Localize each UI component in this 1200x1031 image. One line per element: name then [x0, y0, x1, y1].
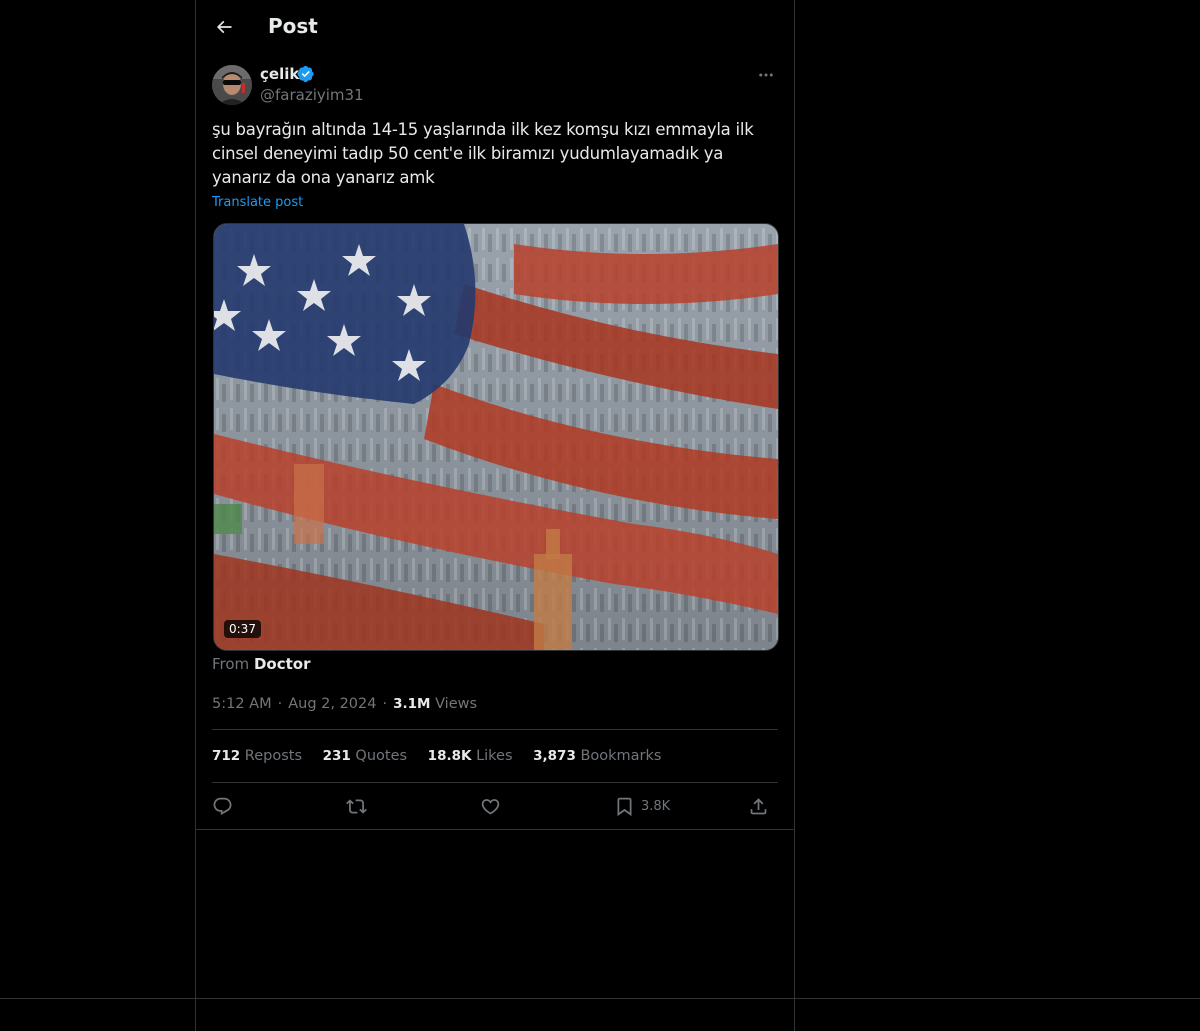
stat-count: 231	[322, 748, 351, 764]
stat-likes[interactable]: 18.8K Likes	[428, 746, 513, 766]
user-handle[interactable]: @faraziyim31	[260, 85, 364, 105]
translate-post-link[interactable]: Translate post	[212, 194, 303, 212]
views-label: Views	[435, 696, 478, 712]
reply-button[interactable]	[212, 793, 233, 819]
repost-icon	[346, 798, 367, 814]
views-count: 3.1M	[393, 696, 431, 712]
avatar[interactable]	[212, 65, 252, 105]
stat-count: 18.8K	[427, 748, 472, 764]
more-options-button[interactable]	[754, 64, 778, 86]
back-button[interactable]	[206, 9, 242, 45]
divider	[212, 782, 778, 783]
stat-label: Quotes	[355, 748, 408, 764]
heart-icon	[481, 798, 500, 815]
share-button[interactable]	[748, 793, 769, 819]
video-duration-badge: 0:37	[224, 620, 261, 638]
stat-label: Reposts	[244, 748, 303, 764]
post-date[interactable]: Aug 2, 2024	[288, 696, 376, 712]
verified-badge-icon	[297, 65, 314, 83]
video-player[interactable]: 0:37	[213, 223, 779, 651]
bookmark-count: 3.8K	[641, 798, 671, 814]
primary-column: Post çelik @faraziyim31 şu bayrağın altı…	[195, 0, 795, 1031]
from-source-link[interactable]: Doctor	[254, 655, 311, 673]
bookmark-button[interactable]: 3.8K	[614, 793, 670, 819]
stat-label: Bookmarks	[580, 748, 662, 764]
bookmark-icon	[617, 797, 632, 816]
like-button[interactable]	[480, 793, 501, 819]
share-icon	[750, 797, 767, 814]
stat-bookmarks[interactable]: 3,873 Bookmarks	[533, 746, 661, 766]
more-horizontal-icon	[759, 73, 773, 77]
page-title: Post	[268, 14, 318, 38]
action-bar: 3.8K	[212, 793, 778, 819]
stat-count: 3,873	[533, 748, 576, 764]
stat-label: Likes	[476, 748, 513, 764]
meta-separator: ·	[382, 696, 388, 712]
post-author: çelik @faraziyim31	[212, 64, 778, 108]
arrow-left-icon	[216, 20, 232, 34]
display-name[interactable]: çelik	[260, 64, 299, 84]
post-text: şu bayrağın altında 14-15 yaşlarında ilk…	[212, 120, 754, 187]
meta-separator: ·	[277, 696, 283, 712]
post-time[interactable]: 5:12 AM	[212, 696, 272, 712]
stat-count: 712	[212, 748, 241, 764]
video-thumbnail	[214, 224, 778, 650]
engagement-stats: 712 Reposts 231 Quotes 18.8K Likes 3,873…	[212, 746, 677, 766]
reply-icon	[213, 797, 232, 815]
page: Post çelik @faraziyim31 şu bayrağın altı…	[0, 0, 1200, 1031]
repost-button[interactable]	[346, 793, 367, 819]
stat-reposts[interactable]: 712 Reposts	[212, 746, 302, 766]
post-meta: 5:12 AM · Aug 2, 2024 · 3.1M Views	[212, 694, 477, 714]
divider	[196, 829, 794, 830]
from-prefix: From	[212, 655, 250, 673]
header: Post	[196, 0, 794, 54]
divider	[212, 729, 778, 730]
from-attribution: From Doctor	[212, 654, 310, 674]
stat-quotes[interactable]: 231 Quotes	[323, 746, 407, 766]
